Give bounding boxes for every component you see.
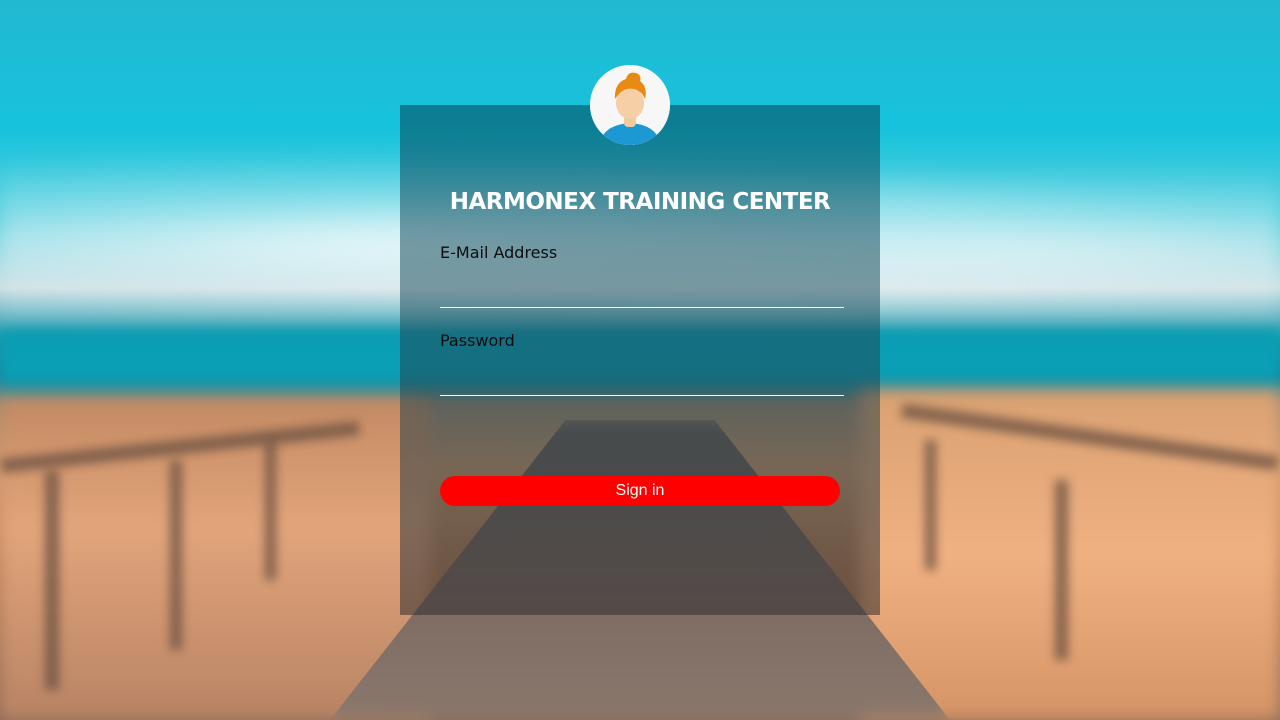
background-rail-post: [45, 470, 59, 690]
background-rail-post: [925, 440, 936, 570]
login-card: [400, 105, 880, 615]
password-field[interactable]: [440, 366, 844, 396]
email-field[interactable]: [440, 278, 844, 308]
password-label: Password: [440, 331, 515, 350]
user-avatar-icon: [590, 65, 670, 145]
background-rail-post: [1055, 480, 1068, 660]
background-rail-post: [170, 460, 182, 650]
background-rail-post: [265, 440, 276, 580]
email-label: E-Mail Address: [440, 243, 558, 262]
sign-in-button[interactable]: Sign in: [440, 476, 840, 506]
page-title: HARMONEX TRAINING CENTER: [449, 189, 831, 215]
